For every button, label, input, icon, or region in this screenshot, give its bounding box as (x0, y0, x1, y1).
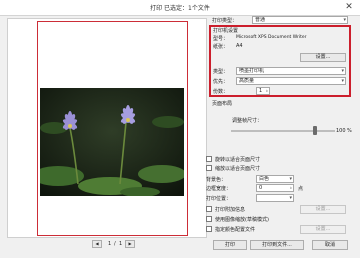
image-scaling-checkbox[interactable] (206, 216, 212, 222)
scale-value: 100 (336, 128, 346, 134)
layout-label: 页面布局 (212, 101, 233, 107)
print-info-label: 打印附加信息 (215, 207, 246, 213)
print-preview (7, 18, 207, 238)
margin-unit: 点 (298, 186, 304, 192)
title-bar: 打印 已选定：1个文件 ✕ (0, 0, 360, 16)
quality-label: 优先： (213, 79, 229, 85)
preview-photo (40, 88, 184, 196)
page-current: 1 (108, 241, 112, 247)
model-label: 型号： (213, 36, 229, 42)
print-button[interactable]: 打印 (213, 240, 247, 250)
copies-label: 份数： (213, 89, 229, 95)
autofit-checkbox[interactable] (206, 165, 212, 171)
print-type-label: 打印类型： (212, 18, 238, 24)
print-type-select[interactable]: 普通 ▾ (252, 16, 348, 24)
paper-value: A4 (236, 43, 243, 49)
margin-value: 0 (259, 185, 263, 191)
paper-label: 纸张： (213, 44, 229, 50)
page-total: 1 (119, 241, 123, 247)
color-profile-checkbox[interactable] (206, 226, 212, 232)
margin-label: 边框宽度： (206, 186, 232, 192)
print-to-file-button[interactable]: 打印到文件... (250, 240, 304, 250)
page-separator: / (114, 241, 116, 247)
copies-value: 1 (259, 88, 263, 94)
chevron-down-icon: ▾ (343, 17, 346, 23)
copies-stepper[interactable]: 1 ⇕ (256, 87, 270, 95)
margin-stepper[interactable]: 0 ⇕ (256, 184, 294, 192)
print-position-select[interactable]: ▾ (256, 194, 294, 202)
spinner-icon: ⇕ (265, 89, 268, 93)
quality-select[interactable]: 高质量 ▾ (236, 77, 346, 85)
print-position-label: 打印位置： (206, 196, 232, 202)
printer-group-label: 打印机设置 (213, 28, 239, 34)
scale-slider-track[interactable] (231, 130, 335, 132)
chevron-down-icon: ▾ (289, 176, 292, 182)
chevron-down-icon: ▾ (341, 68, 344, 74)
scale-unit: % (347, 128, 352, 134)
autofit-label: 缩放以适合页面尺寸 (215, 166, 261, 172)
printer-setup-button[interactable]: 设置... (300, 53, 346, 62)
bg-color-label: 背景色： (206, 177, 227, 183)
rotate-checkbox[interactable] (206, 156, 212, 162)
printer-type-value: 喷墨打印机 (239, 68, 265, 74)
close-icon[interactable]: ✕ (344, 2, 354, 12)
cancel-button[interactable]: 取消 (312, 240, 348, 250)
printer-type-select[interactable]: 喷墨打印机 ▾ (236, 67, 346, 75)
chevron-down-icon: ▾ (341, 78, 344, 84)
window-title: 打印 已选定：1个文件 (150, 5, 210, 12)
print-type-value: 普通 (255, 17, 266, 23)
page-frame (37, 21, 188, 236)
bg-color-value: 白色 (259, 176, 270, 182)
printer-type-label: 类型： (213, 69, 229, 75)
color-profile-setup-button[interactable]: 设置... (300, 225, 346, 234)
prev-page-button[interactable]: ◀ (92, 240, 102, 248)
print-info-setup-button[interactable]: 设置... (300, 205, 346, 214)
chevron-down-icon: ▾ (289, 195, 292, 201)
scale-slider-thumb[interactable] (313, 126, 317, 135)
color-profile-label: 指定颜色配置文件 (215, 227, 256, 233)
print-info-checkbox[interactable] (206, 206, 212, 212)
next-page-button[interactable]: ▶ (125, 240, 135, 248)
rotate-label: 旋转以适合页面尺寸 (215, 157, 261, 163)
quality-value: 高质量 (239, 78, 255, 84)
adjust-size-label: 调整帧尺寸： (232, 118, 263, 124)
image-scaling-label: 使用图像缩放(草稿模式) (215, 217, 269, 223)
bg-color-select[interactable]: 白色 ▾ (256, 175, 294, 183)
lotus-photo (40, 88, 184, 196)
spinner-icon: ⇕ (289, 186, 292, 190)
model-value: Microsoft XPS Document Writer (236, 35, 307, 40)
